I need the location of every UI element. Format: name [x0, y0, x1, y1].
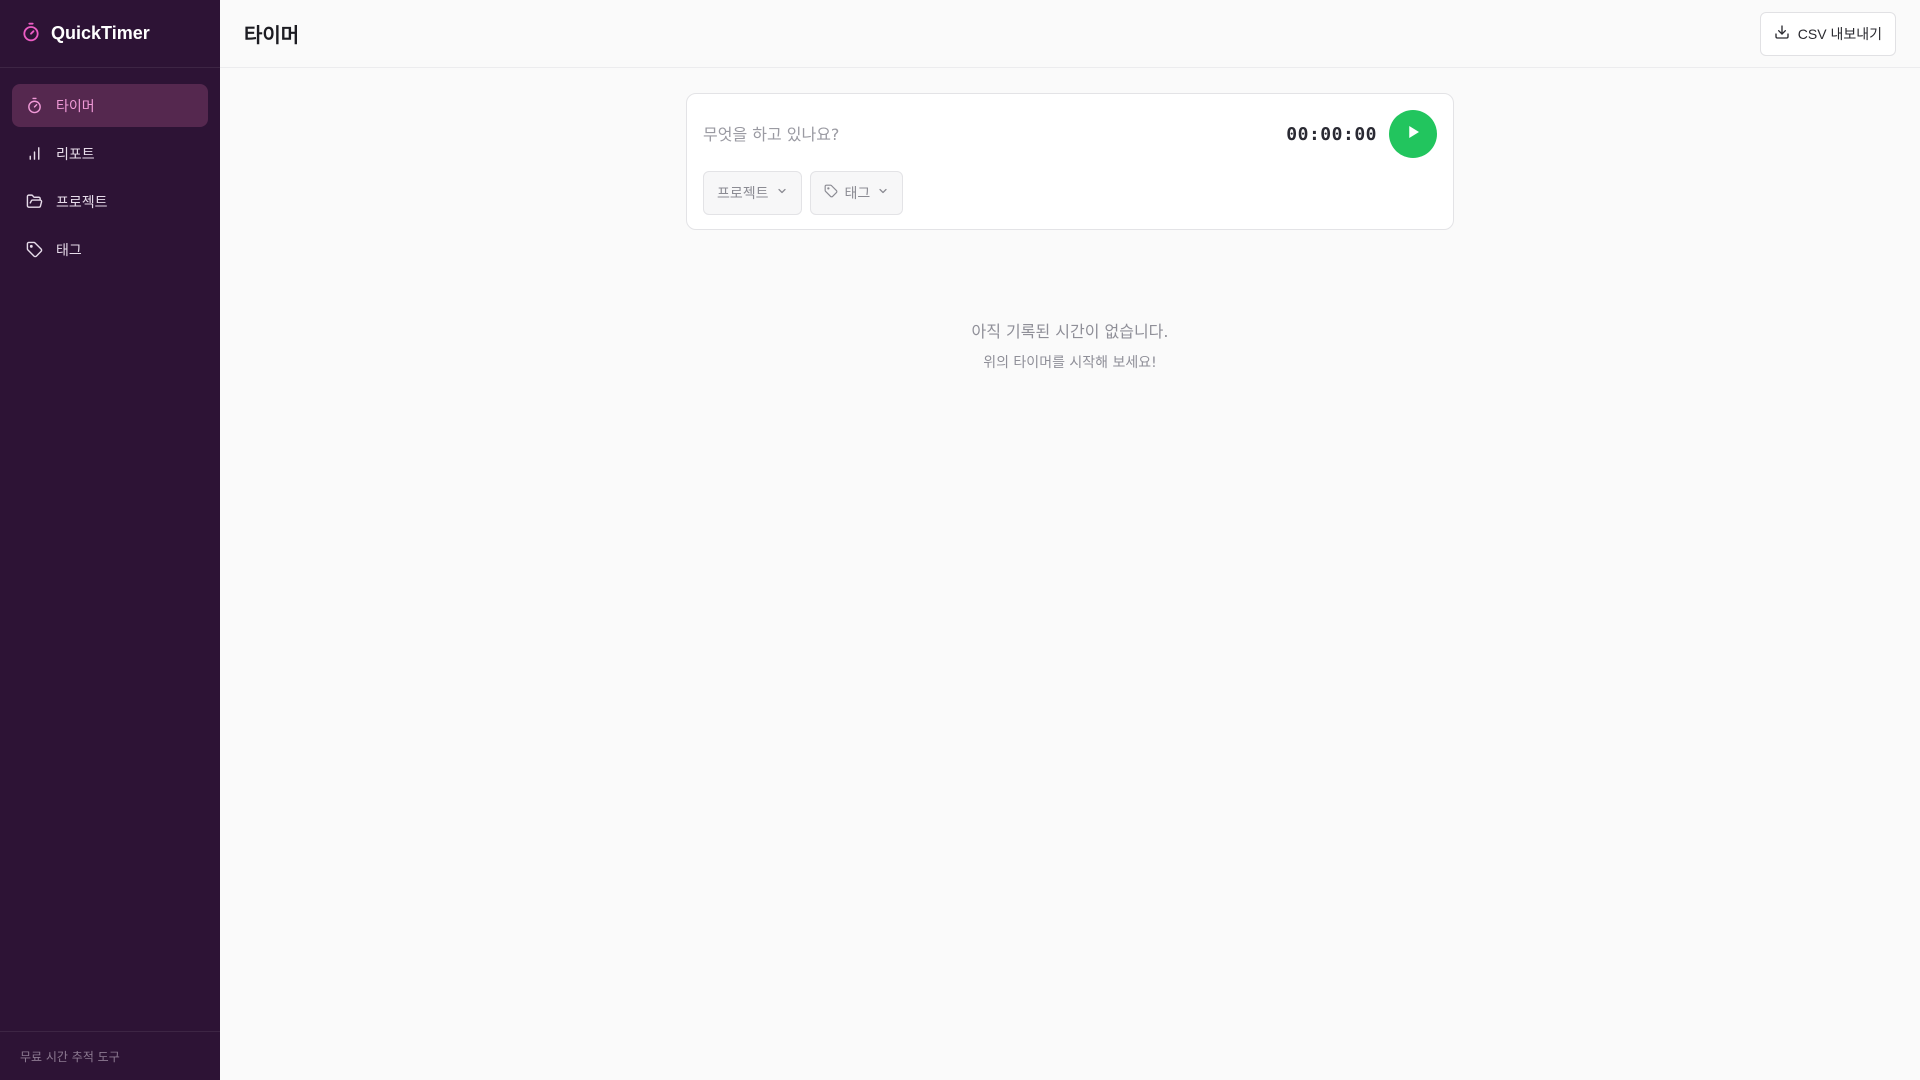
sidebar-nav: 타이머 리포트 프로젝트 태그 — [0, 68, 220, 287]
timer-card: 00:00:00 프로젝트 — [686, 93, 1454, 230]
timer-logo-icon — [21, 22, 41, 46]
export-csv-button[interactable]: CSV 내보내기 — [1759, 11, 1896, 56]
timer-row: 00:00:00 — [703, 110, 1437, 158]
sidebar: QuickTimer 타이머 리포트 프로젝트 태그 무료 시간 추적 도구 — [0, 0, 220, 1080]
topbar: 타이머 CSV 내보내기 — [220, 0, 1920, 68]
timer-options: 프로젝트 태그 — [703, 171, 1437, 215]
project-select-label: 프로젝트 — [717, 186, 769, 202]
brand: QuickTimer — [0, 0, 220, 68]
content: 00:00:00 프로젝트 — [220, 68, 1920, 1080]
folder-icon — [24, 192, 44, 212]
page-title: 타이머 — [244, 23, 300, 47]
sidebar-item-timer[interactable]: 타이머 — [12, 84, 208, 127]
tag-icon — [824, 184, 838, 202]
play-icon — [1404, 123, 1422, 145]
bar-chart-icon — [24, 144, 44, 164]
sidebar-item-label: 타이머 — [56, 98, 95, 115]
tag-select[interactable]: 태그 — [809, 171, 904, 215]
task-description-input[interactable] — [703, 124, 1287, 144]
sidebar-item-projects[interactable]: 프로젝트 — [12, 180, 208, 223]
sidebar-footer: 무료 시간 추적 도구 — [0, 1031, 220, 1080]
sidebar-item-label: 태그 — [56, 242, 82, 259]
main: 타이머 CSV 내보내기 00:00:00 — [220, 0, 1920, 1080]
sidebar-item-label: 프로젝트 — [56, 194, 108, 211]
sidebar-item-reports[interactable]: 리포트 — [12, 132, 208, 175]
project-select[interactable]: 프로젝트 — [703, 171, 802, 215]
download-icon — [1774, 24, 1790, 43]
tag-icon — [24, 240, 44, 260]
export-csv-label: CSV 내보내기 — [1797, 25, 1882, 42]
app: QuickTimer 타이머 리포트 프로젝트 태그 무료 시간 추적 도구 타… — [0, 0, 1920, 1080]
chevron-down-icon — [776, 185, 788, 201]
time-display: 00:00:00 — [1286, 123, 1377, 145]
chevron-down-icon — [877, 185, 889, 201]
empty-state-subtitle: 위의 타이머를 시작해 보세요! — [983, 355, 1157, 371]
app-name: QuickTimer — [51, 23, 150, 43]
sidebar-item-tags[interactable]: 태그 — [12, 228, 208, 271]
timer-icon — [24, 96, 44, 116]
tag-select-label: 태그 — [844, 186, 871, 202]
empty-state: 아직 기록된 시간이 없습니다. 위의 타이머를 시작해 보세요! — [972, 318, 1169, 372]
empty-state-title: 아직 기록된 시간이 없습니다. — [971, 322, 1169, 341]
sidebar-item-label: 리포트 — [56, 146, 95, 163]
start-timer-button[interactable] — [1389, 110, 1437, 158]
